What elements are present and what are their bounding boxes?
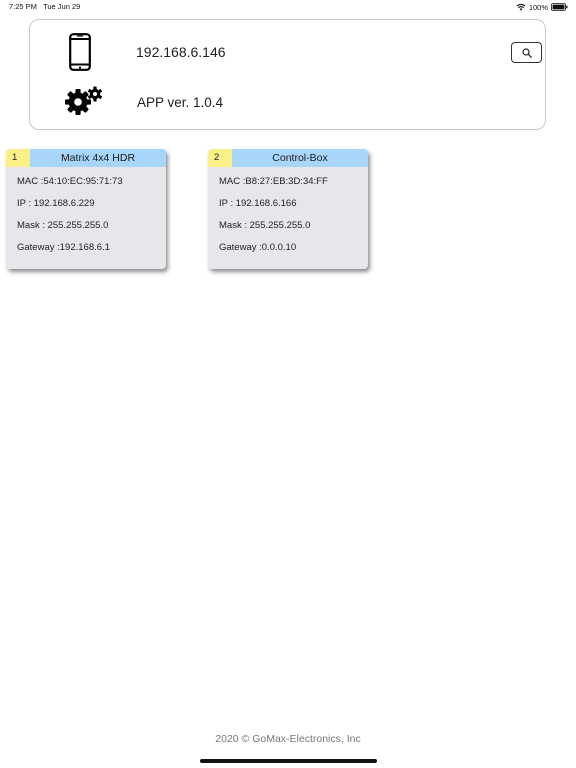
- device-index: 2: [208, 149, 232, 167]
- gears-icon: [65, 86, 103, 115]
- status-indicators: 100%: [516, 1, 568, 13]
- device-ip: IP : 192.168.6.166: [219, 198, 297, 209]
- search-button[interactable]: [511, 42, 542, 63]
- wifi-icon: [516, 3, 526, 11]
- info-panel: [29, 19, 546, 130]
- status-time-date: 7:25 PM Tue Jun 29: [9, 2, 80, 11]
- device-mac: MAC :54:10:EC:95:71:73: [17, 176, 123, 187]
- card-header: 1 Matrix 4x4 HDR: [6, 149, 166, 167]
- app-version: APP ver. 1.0.4: [137, 95, 224, 110]
- search-icon: [521, 47, 532, 58]
- device-mask: Mask : 255.255.255.0: [17, 220, 109, 231]
- device-ip: IP : 192.168.6.229: [17, 198, 95, 209]
- home-indicator: [200, 759, 377, 763]
- device-card-matrix[interactable]: 1 Matrix 4x4 HDR MAC :54:10:EC:95:71:73 …: [6, 149, 166, 269]
- copyright-footer: 2020 © GoMax-Electronics, Inc: [215, 733, 361, 745]
- local-ip-address: 192.168.6.146: [136, 44, 226, 60]
- device-index: 1: [6, 149, 30, 167]
- smartphone-icon: [69, 33, 91, 71]
- device-gateway: Gateway :0.0.0.10: [219, 242, 297, 253]
- status-date: Tue Jun 29: [43, 2, 81, 11]
- card-header: 2 Control-Box: [208, 149, 368, 167]
- device-mask: Mask : 255.255.255.0: [219, 220, 311, 231]
- battery-full-icon: [551, 3, 568, 11]
- device-mac: MAC :B8:27:EB:3D:34:FF: [219, 176, 328, 187]
- device-gateway: Gateway :192.168.6.1: [17, 242, 110, 253]
- status-time: 7:25 PM: [9, 2, 37, 11]
- device-name: Matrix 4x4 HDR: [60, 152, 136, 164]
- device-card-control-box[interactable]: 2 Control-Box MAC :B8:27:EB:3D:34:FF IP …: [208, 149, 368, 269]
- battery-percent: 100%: [528, 2, 548, 12]
- device-name: Control-Box: [272, 152, 328, 164]
